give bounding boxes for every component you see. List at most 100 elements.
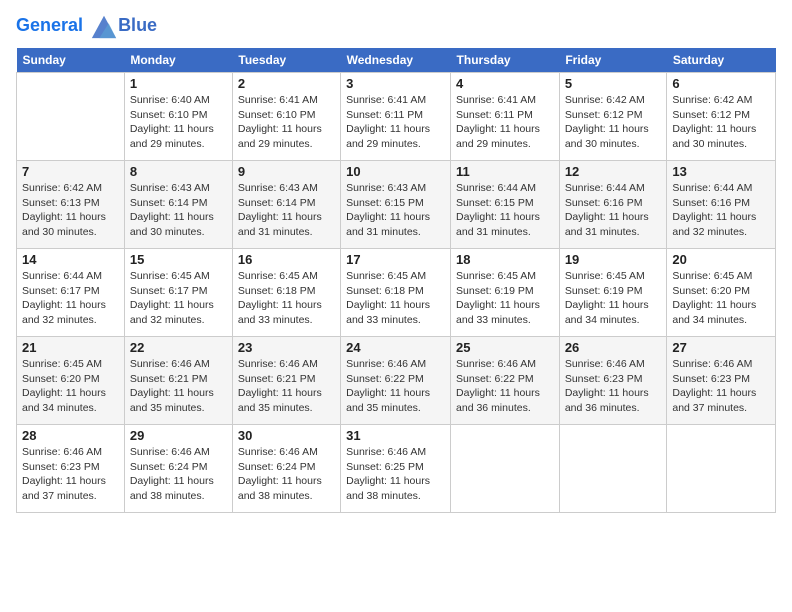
day-number: 16 xyxy=(238,252,335,267)
day-number: 9 xyxy=(238,164,335,179)
day-info: Sunrise: 6:44 AM Sunset: 6:17 PM Dayligh… xyxy=(22,269,119,328)
day-number: 24 xyxy=(346,340,445,355)
day-number: 21 xyxy=(22,340,119,355)
day-info: Sunrise: 6:44 AM Sunset: 6:16 PM Dayligh… xyxy=(565,181,662,240)
calendar-week-row: 7Sunrise: 6:42 AM Sunset: 6:13 PM Daylig… xyxy=(17,161,776,249)
day-number: 28 xyxy=(22,428,119,443)
calendar-week-row: 14 Sunrise: 6:44 AM Sunset: 6:17 PM Dayli… xyxy=(17,249,776,337)
day-number: 2 xyxy=(238,76,335,91)
calendar-cell: 30Sunrise: 6:46 AM Sunset: 6:24 PM Dayli… xyxy=(232,425,340,513)
day-info: Sunrise: 6:46 AM Sunset: 6:22 PM Dayligh… xyxy=(346,357,445,416)
calendar-cell: 10 Sunrise: 6:43 AM Sunset: 6:15 PM Dayli… xyxy=(341,161,451,249)
calendar-cell: 5 Sunrise: 6:42 AM Sunset: 6:12 PM Daylig… xyxy=(559,73,667,161)
calendar-cell: 16 Sunrise: 6:45 AM Sunset: 6:18 PM Dayli… xyxy=(232,249,340,337)
calendar-cell: 22 Sunrise: 6:46 AM Sunset: 6:21 PM Dayli… xyxy=(124,337,232,425)
calendar-cell: 13Sunrise: 6:44 AM Sunset: 6:16 PM Dayli… xyxy=(667,161,776,249)
day-info: Sunrise: 6:45 AM Sunset: 6:18 PM Dayligh… xyxy=(238,269,335,328)
calendar-cell: 2 Sunrise: 6:41 AM Sunset: 6:10 PM Daylig… xyxy=(232,73,340,161)
day-info: Sunrise: 6:43 AM Sunset: 6:15 PM Dayligh… xyxy=(346,181,445,240)
calendar-cell: 19 Sunrise: 6:45 AM Sunset: 6:19 PM Dayli… xyxy=(559,249,667,337)
calendar-cell: 4 Sunrise: 6:41 AM Sunset: 6:11 PM Daylig… xyxy=(451,73,560,161)
calendar-cell: 1 Sunrise: 6:40 AM Sunset: 6:10 PM Daylig… xyxy=(124,73,232,161)
day-info: Sunrise: 6:46 AM Sunset: 6:23 PM Dayligh… xyxy=(22,445,119,504)
day-info: Sunrise: 6:42 AM Sunset: 6:12 PM Dayligh… xyxy=(672,93,770,152)
col-saturday: Saturday xyxy=(667,48,776,73)
calendar-cell: 26 Sunrise: 6:46 AM Sunset: 6:23 PM Dayli… xyxy=(559,337,667,425)
calendar-table: Sunday Monday Tuesday Wednesday Thursday… xyxy=(16,48,776,513)
calendar-cell xyxy=(667,425,776,513)
day-info: Sunrise: 6:45 AM Sunset: 6:18 PM Dayligh… xyxy=(346,269,445,328)
calendar-body: 1 Sunrise: 6:40 AM Sunset: 6:10 PM Daylig… xyxy=(17,73,776,513)
day-info: Sunrise: 6:45 AM Sunset: 6:17 PM Dayligh… xyxy=(130,269,227,328)
col-monday: Monday xyxy=(124,48,232,73)
calendar-cell: 20Sunrise: 6:45 AM Sunset: 6:20 PM Dayli… xyxy=(667,249,776,337)
calendar-cell: 29 Sunrise: 6:46 AM Sunset: 6:24 PM Dayli… xyxy=(124,425,232,513)
day-number: 4 xyxy=(456,76,554,91)
day-info: Sunrise: 6:46 AM Sunset: 6:23 PM Dayligh… xyxy=(672,357,770,416)
calendar-cell: 18 Sunrise: 6:45 AM Sunset: 6:19 PM Dayli… xyxy=(451,249,560,337)
col-sunday: Sunday xyxy=(17,48,125,73)
calendar-cell: 9 Sunrise: 6:43 AM Sunset: 6:14 PM Daylig… xyxy=(232,161,340,249)
calendar-cell: 3 Sunrise: 6:41 AM Sunset: 6:11 PM Daylig… xyxy=(341,73,451,161)
day-info: Sunrise: 6:40 AM Sunset: 6:10 PM Dayligh… xyxy=(130,93,227,152)
day-info: Sunrise: 6:46 AM Sunset: 6:21 PM Dayligh… xyxy=(130,357,227,416)
day-number: 19 xyxy=(565,252,662,267)
day-info: Sunrise: 6:45 AM Sunset: 6:19 PM Dayligh… xyxy=(456,269,554,328)
day-number: 20 xyxy=(672,252,770,267)
calendar-cell xyxy=(451,425,560,513)
calendar-cell: 23Sunrise: 6:46 AM Sunset: 6:21 PM Dayli… xyxy=(232,337,340,425)
calendar-header-row: Sunday Monday Tuesday Wednesday Thursday… xyxy=(17,48,776,73)
col-friday: Friday xyxy=(559,48,667,73)
header: General Blue xyxy=(16,12,776,40)
calendar-week-row: 21 Sunrise: 6:45 AM Sunset: 6:20 PM Dayli… xyxy=(17,337,776,425)
col-wednesday: Wednesday xyxy=(341,48,451,73)
day-info: Sunrise: 6:44 AM Sunset: 6:15 PM Dayligh… xyxy=(456,181,554,240)
day-info: Sunrise: 6:45 AM Sunset: 6:19 PM Dayligh… xyxy=(565,269,662,328)
day-number: 5 xyxy=(565,76,662,91)
day-number: 29 xyxy=(130,428,227,443)
day-number: 17 xyxy=(346,252,445,267)
calendar-cell: 14 Sunrise: 6:44 AM Sunset: 6:17 PM Dayli… xyxy=(17,249,125,337)
calendar-cell: 21 Sunrise: 6:45 AM Sunset: 6:20 PM Dayli… xyxy=(17,337,125,425)
day-number: 18 xyxy=(456,252,554,267)
day-info: Sunrise: 6:46 AM Sunset: 6:23 PM Dayligh… xyxy=(565,357,662,416)
logo-text: General xyxy=(16,12,118,40)
calendar-cell: 17 Sunrise: 6:45 AM Sunset: 6:18 PM Dayli… xyxy=(341,249,451,337)
day-info: Sunrise: 6:43 AM Sunset: 6:14 PM Dayligh… xyxy=(238,181,335,240)
day-number: 22 xyxy=(130,340,227,355)
day-info: Sunrise: 6:44 AM Sunset: 6:16 PM Dayligh… xyxy=(672,181,770,240)
day-number: 11 xyxy=(456,164,554,179)
calendar-cell: 31Sunrise: 6:46 AM Sunset: 6:25 PM Dayli… xyxy=(341,425,451,513)
day-number: 1 xyxy=(130,76,227,91)
calendar-cell: 28 Sunrise: 6:46 AM Sunset: 6:23 PM Dayli… xyxy=(17,425,125,513)
day-number: 14 xyxy=(22,252,119,267)
calendar-cell: 8 Sunrise: 6:43 AM Sunset: 6:14 PM Daylig… xyxy=(124,161,232,249)
day-info: Sunrise: 6:41 AM Sunset: 6:10 PM Dayligh… xyxy=(238,93,335,152)
day-number: 25 xyxy=(456,340,554,355)
day-info: Sunrise: 6:43 AM Sunset: 6:14 PM Dayligh… xyxy=(130,181,227,240)
day-info: Sunrise: 6:46 AM Sunset: 6:24 PM Dayligh… xyxy=(130,445,227,504)
day-info: Sunrise: 6:46 AM Sunset: 6:24 PM Dayligh… xyxy=(238,445,335,504)
day-number: 3 xyxy=(346,76,445,91)
col-tuesday: Tuesday xyxy=(232,48,340,73)
day-info: Sunrise: 6:41 AM Sunset: 6:11 PM Dayligh… xyxy=(346,93,445,152)
calendar-cell: 15Sunrise: 6:45 AM Sunset: 6:17 PM Dayli… xyxy=(124,249,232,337)
calendar-cell: 6 Sunrise: 6:42 AM Sunset: 6:12 PM Daylig… xyxy=(667,73,776,161)
day-number: 10 xyxy=(346,164,445,179)
day-number: 12 xyxy=(565,164,662,179)
day-number: 26 xyxy=(565,340,662,355)
day-number: 6 xyxy=(672,76,770,91)
day-info: Sunrise: 6:46 AM Sunset: 6:21 PM Dayligh… xyxy=(238,357,335,416)
logo: General Blue xyxy=(16,12,157,40)
day-number: 7 xyxy=(22,164,119,179)
day-info: Sunrise: 6:41 AM Sunset: 6:11 PM Dayligh… xyxy=(456,93,554,152)
day-number: 27 xyxy=(672,340,770,355)
calendar-cell xyxy=(559,425,667,513)
day-info: Sunrise: 6:42 AM Sunset: 6:12 PM Dayligh… xyxy=(565,93,662,152)
page-container: General Blue Sunday Monday Tuesday xyxy=(0,0,792,521)
day-info: Sunrise: 6:46 AM Sunset: 6:25 PM Dayligh… xyxy=(346,445,445,504)
day-number: 8 xyxy=(130,164,227,179)
calendar-cell: 12 Sunrise: 6:44 AM Sunset: 6:16 PM Dayli… xyxy=(559,161,667,249)
day-info: Sunrise: 6:45 AM Sunset: 6:20 PM Dayligh… xyxy=(22,357,119,416)
calendar-cell: 7Sunrise: 6:42 AM Sunset: 6:13 PM Daylig… xyxy=(17,161,125,249)
